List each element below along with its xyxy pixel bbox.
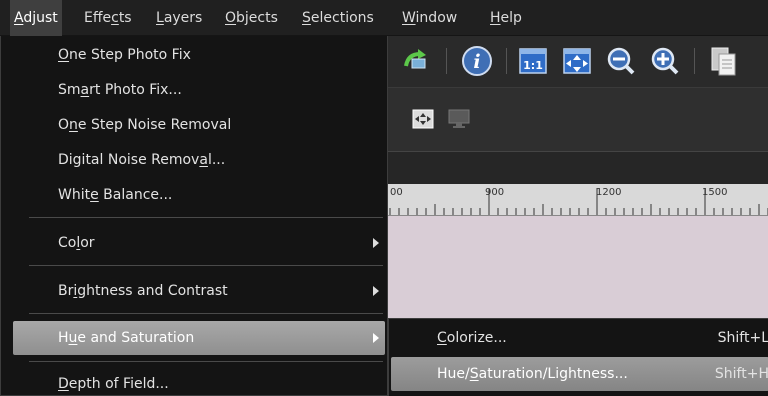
menu-divider [29,361,383,362]
menu-selections[interactable]: Selections [298,0,378,36]
menu-adjust[interactable]: Adjust [10,0,62,36]
submenu-item-label: Hue/Saturation/Lightness... [437,366,628,382]
menu-label: Window [402,10,458,26]
menu-item-label: Depth of Field... [58,376,169,392]
toolbar-separator [694,48,695,74]
adjust-menu: One Step Photo Fix Smart Photo Fix... On… [0,36,388,396]
submenu-arrow-icon [373,286,379,296]
menu-window[interactable]: Window [398,0,461,36]
document-tab-strip [388,152,768,184]
submenu-arrow-icon [373,333,379,343]
menu-item-hue-and-saturation[interactable]: Hue and Saturation [13,321,385,355]
shortcut-label: Shift+L [717,330,768,346]
menu-item-label: Brightness and Contrast [58,283,228,299]
submenu-item-hue-saturation-lightness[interactable]: Hue/Saturation/Lightness... Shift+H [391,357,768,391]
menu-divider [29,265,383,266]
menu-item-white-balance[interactable]: White Balance... [13,178,385,212]
fit-window-icon[interactable] [560,44,594,78]
horizontal-ruler: 00 900 1200 1500 [388,184,768,216]
ruler-label: 00 [390,187,403,198]
menu-item-smart-photo-fix[interactable]: Smart Photo Fix... [13,73,385,107]
rotate-icon[interactable] [398,44,432,78]
menu-label: Layers [156,10,203,26]
menu-divider [29,313,383,314]
menu-item-label: White Balance... [58,187,173,203]
submenu-arrow-icon [373,238,379,248]
menubar: Adjust Effects Layers Objects Selections… [0,0,768,36]
menu-item-label: Digital Noise Removal... [58,152,226,168]
zoom-out-icon[interactable] [604,44,638,78]
toolbar-separator [446,48,447,74]
submenu-item-colorize[interactable]: Colorize... Shift+L [391,321,768,355]
menu-item-brightness-and-contrast[interactable]: Brightness and Contrast [13,274,385,308]
menu-label: Adjust [14,10,58,26]
menu-label: Objects [225,10,278,26]
toolbar-separator [506,48,507,74]
menu-item-depth-of-field[interactable]: Depth of Field... [13,367,385,396]
menu-item-label: One Step Photo Fix [58,47,191,63]
menu-label: Selections [302,10,374,26]
menu-label: Help [490,10,522,26]
fit-icon[interactable] [410,106,436,132]
shortcut-label: Shift+H [714,366,768,382]
image-canvas[interactable] [388,216,768,318]
paste-icon[interactable] [706,44,740,78]
menu-objects[interactable]: Objects [221,0,282,36]
menu-item-digital-noise-removal[interactable]: Digital Noise Removal... [13,143,385,177]
ruler-label: 900 [485,187,505,198]
menu-effects[interactable]: Effects [80,0,136,36]
main-toolbar: i 1:1 [388,36,768,88]
screen-icon[interactable] [446,106,472,132]
svg-text:i: i [473,51,480,73]
info-icon[interactable]: i [460,44,494,78]
menu-label: Effects [84,10,132,26]
menu-item-label: Smart Photo Fix... [58,82,182,98]
actual-size-icon[interactable]: 1:1 [516,44,550,78]
ruler-label: 1500 [702,187,728,198]
menu-item-label: Color [58,235,95,251]
menu-item-one-step-photo-fix[interactable]: One Step Photo Fix [13,38,385,72]
submenu-item-label: Colorize... [437,330,507,346]
menu-item-label: Hue and Saturation [58,330,195,346]
menu-divider [29,217,383,218]
hue-and-saturation-submenu: Colorize... Shift+L Hue/Saturation/Light… [388,318,768,396]
svg-text:1:1: 1:1 [523,59,543,72]
menu-layers[interactable]: Layers [152,0,206,36]
menu-item-one-step-noise-removal[interactable]: One Step Noise Removal [13,108,385,142]
menu-help[interactable]: Help [486,0,526,36]
secondary-toolbar [388,88,768,152]
ruler-label: 1200 [596,187,622,198]
menu-item-label: One Step Noise Removal [58,117,232,133]
menu-item-color[interactable]: Color [13,226,385,260]
zoom-in-icon[interactable] [648,44,682,78]
